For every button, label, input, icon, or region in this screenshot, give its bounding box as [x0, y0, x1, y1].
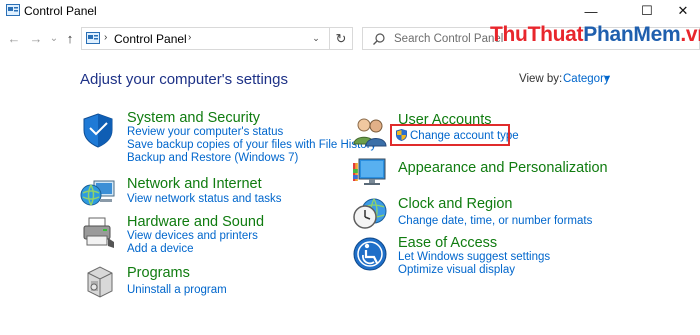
link-devices-printers[interactable]: View devices and printers [127, 230, 258, 242]
recent-locations-button[interactable]: ⌄ [46, 30, 62, 46]
watermark-text: .vn [680, 23, 700, 46]
page-title: Adjust your computer's settings [80, 71, 288, 88]
link-change-date-time-formats[interactable]: Change date, time, or number formats [398, 215, 592, 227]
link-uninstall-program[interactable]: Uninstall a program [127, 284, 227, 296]
maximize-button[interactable]: ☐ [628, 0, 666, 22]
accessibility-icon[interactable] [352, 236, 388, 272]
link-windows-suggest-settings[interactable]: Let Windows suggest settings [398, 251, 550, 263]
highlight-box [390, 124, 510, 146]
link-file-history[interactable]: Save backup copies of your files with Fi… [127, 139, 376, 151]
link-backup-restore[interactable]: Backup and Restore (Windows 7) [127, 152, 298, 164]
category-programs[interactable]: Programs [127, 265, 190, 281]
category-clock-and-region[interactable]: Clock and Region [398, 196, 512, 212]
back-button[interactable]: ← [6, 30, 22, 46]
view-by-label: View by: [519, 73, 563, 85]
clock-globe-icon[interactable] [352, 195, 388, 231]
close-button[interactable]: ✕ [668, 0, 698, 22]
link-review-status[interactable]: Review your computer's status [127, 126, 283, 138]
control-panel-icon [86, 32, 100, 44]
title-bar: Control Panel — ☐ ✕ [0, 0, 700, 22]
shield-icon[interactable] [80, 112, 116, 148]
chevron-down-icon[interactable]: ▼ [603, 73, 612, 83]
category-network-and-internet[interactable]: Network and Internet [127, 176, 262, 192]
breadcrumb-control-panel[interactable]: Control Panel [114, 32, 187, 46]
window-title: Control Panel [24, 4, 97, 18]
link-network-status[interactable]: View network status and tasks [127, 193, 281, 205]
address-bar[interactable]: › Control Panel › ⌄ [81, 27, 353, 50]
breadcrumb-separator[interactable]: › [104, 32, 107, 43]
search-icon [373, 33, 385, 45]
category-appearance-and-personalization[interactable]: Appearance and Personalization [398, 160, 608, 176]
up-button[interactable]: ↑ [62, 30, 78, 46]
link-optimize-visual-display[interactable]: Optimize visual display [398, 264, 515, 276]
programs-box-icon[interactable] [82, 263, 118, 299]
search-input[interactable]: Search Control Panel [394, 33, 503, 45]
category-hardware-and-sound[interactable]: Hardware and Sound [127, 214, 264, 230]
monitor-palette-icon[interactable] [352, 155, 388, 191]
users-icon[interactable] [352, 114, 388, 150]
category-ease-of-access[interactable]: Ease of Access [398, 235, 497, 251]
network-globe-icon[interactable] [80, 175, 116, 211]
control-panel-icon [6, 4, 20, 16]
printer-icon[interactable] [80, 214, 116, 250]
watermark-text: ThuThuat [490, 23, 584, 46]
minimize-button[interactable]: — [572, 0, 610, 22]
address-dropdown-button[interactable]: ⌄ [306, 28, 326, 49]
link-add-device[interactable]: Add a device [127, 243, 194, 255]
category-system-and-security[interactable]: System and Security [127, 110, 260, 126]
watermark-text: PhanMem [583, 23, 681, 46]
refresh-button[interactable]: ↻ [329, 27, 353, 50]
breadcrumb-separator[interactable]: › [188, 32, 191, 43]
watermark: ThuThuatPhanMem.vn [490, 23, 700, 47]
forward-button[interactable]: → [28, 30, 44, 46]
